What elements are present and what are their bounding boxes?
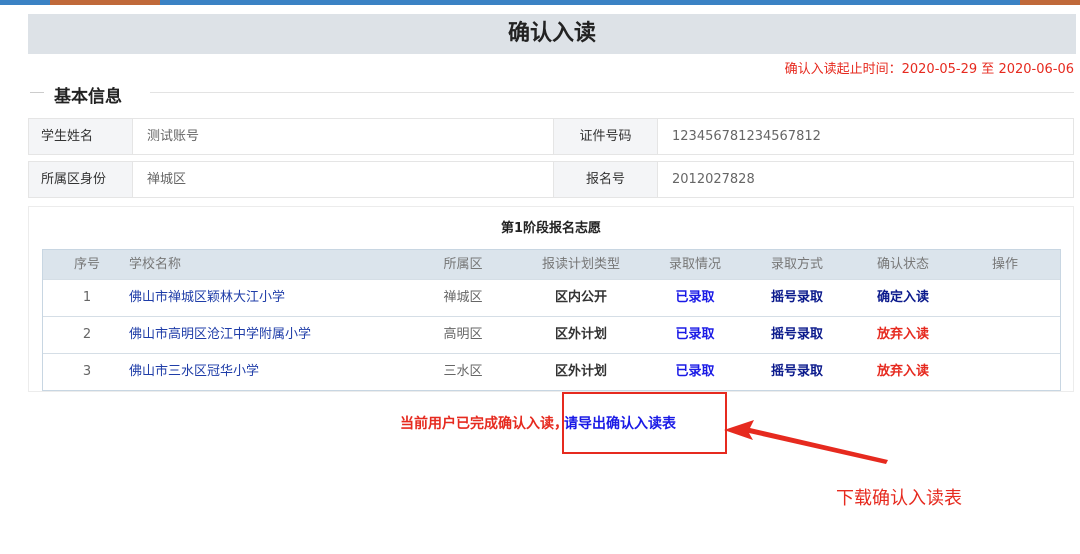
section-divider-left	[30, 92, 44, 93]
banner-decoration-left	[50, 0, 160, 5]
col-header-district: 所属区	[443, 257, 483, 272]
row-plan-type: 区外计划	[554, 327, 607, 342]
row-admission: 已录取	[675, 364, 715, 379]
col-header-action: 操作	[991, 257, 1018, 272]
row-index: 3	[82, 364, 92, 379]
registration-number-value: 2012027828	[672, 172, 755, 187]
wish-table-caption: 第1阶段报名志愿	[500, 221, 602, 236]
student-name-label: 学生姓名	[29, 119, 133, 154]
annotation-arrow-icon	[724, 420, 888, 464]
col-header-method: 录取方式	[770, 257, 823, 272]
period-separator: 至	[977, 62, 999, 77]
row-index: 1	[82, 290, 92, 305]
wish-section: 第1阶段报名志愿 序号 学校名称 所属区 报读计划类型 录取情况 录取方式 确认…	[28, 206, 1074, 392]
school-link[interactable]: 佛山市高明区沧江中学附属小学	[129, 317, 311, 353]
table-row: 3 佛山市三水区冠华小学 三水区 区外计划 已录取 摇号录取 放弃入读	[43, 353, 1060, 390]
col-header-index: 序号	[73, 257, 100, 272]
completion-text: 当前用户已完成确认入读，	[400, 416, 568, 432]
row-method: 摇号录取	[770, 327, 823, 342]
period-start: 2020-05-29	[901, 62, 978, 77]
row-plan-type: 区外计划	[554, 364, 607, 379]
row-status-confirmed: 确定入读	[876, 290, 929, 305]
page-title: 确认入读	[507, 21, 596, 46]
row-status-declined: 放弃入读	[876, 327, 929, 342]
export-confirmation-button[interactable]: 请导出确认入读表	[562, 392, 727, 454]
school-link[interactable]: 佛山市三水区冠华小学	[129, 354, 259, 390]
export-link[interactable]: 请导出确认入读表	[554, 413, 676, 433]
row-admission: 已录取	[675, 290, 715, 305]
section-divider-right	[150, 92, 1074, 93]
title-bar: 确认入读	[28, 14, 1076, 54]
row-plan-type: 区内公开	[554, 290, 607, 305]
table-row: 2 佛山市高明区沧江中学附属小学 高明区 区外计划 已录取 摇号录取 放弃入读	[43, 316, 1060, 353]
banner-decoration-right	[1020, 0, 1080, 5]
registration-number-label: 报名号	[553, 162, 658, 197]
info-row: 所属区身份 禅城区 报名号 2012027828	[28, 161, 1074, 198]
row-index: 2	[82, 327, 92, 342]
section-title: 基本信息	[54, 87, 122, 107]
section-header-basic-info: 基本信息	[30, 82, 1074, 107]
wish-table: 序号 学校名称 所属区 报读计划类型 录取情况 录取方式 确认状态 操作 1 佛…	[42, 249, 1061, 391]
col-header-plan-type: 报读计划类型	[541, 257, 620, 272]
row-method: 摇号录取	[770, 364, 823, 379]
id-number-value: 123456781234567812	[672, 129, 821, 144]
completion-notice: 当前用户已完成确认入读，	[400, 413, 568, 433]
period-label: 确认入读起止时间：	[784, 62, 902, 77]
row-admission: 已录取	[675, 327, 715, 342]
col-header-school: 学校名称	[129, 257, 182, 272]
school-link[interactable]: 佛山市禅城区颖林大江小学	[129, 280, 285, 316]
district-label: 所属区身份	[29, 162, 133, 197]
period-end: 2020-06-06	[998, 62, 1074, 77]
col-header-admission: 录取情况	[668, 257, 721, 272]
table-header-row: 序号 学校名称 所属区 报读计划类型 录取情况 录取方式 确认状态 操作	[43, 250, 1060, 279]
id-number-label: 证件号码	[553, 119, 658, 154]
annotation-label: 下载确认入读表	[836, 488, 962, 509]
info-row: 学生姓名 测试账号 证件号码 123456781234567812	[28, 118, 1074, 155]
row-district: 禅城区	[443, 290, 483, 305]
confirm-period: 确认入读起止时间：2020-05-29 至 2020-06-06	[785, 58, 1074, 77]
col-header-status: 确认状态	[876, 257, 929, 272]
row-district: 三水区	[443, 364, 483, 379]
top-banner-strip	[0, 0, 1080, 5]
table-row: 1 佛山市禅城区颖林大江小学 禅城区 区内公开 已录取 摇号录取 确定入读	[43, 279, 1060, 316]
row-method: 摇号录取	[770, 290, 823, 305]
district-value: 禅城区	[147, 172, 187, 187]
row-district: 高明区	[443, 327, 483, 342]
student-name-value: 测试账号	[147, 129, 200, 144]
row-status-declined: 放弃入读	[876, 364, 929, 379]
